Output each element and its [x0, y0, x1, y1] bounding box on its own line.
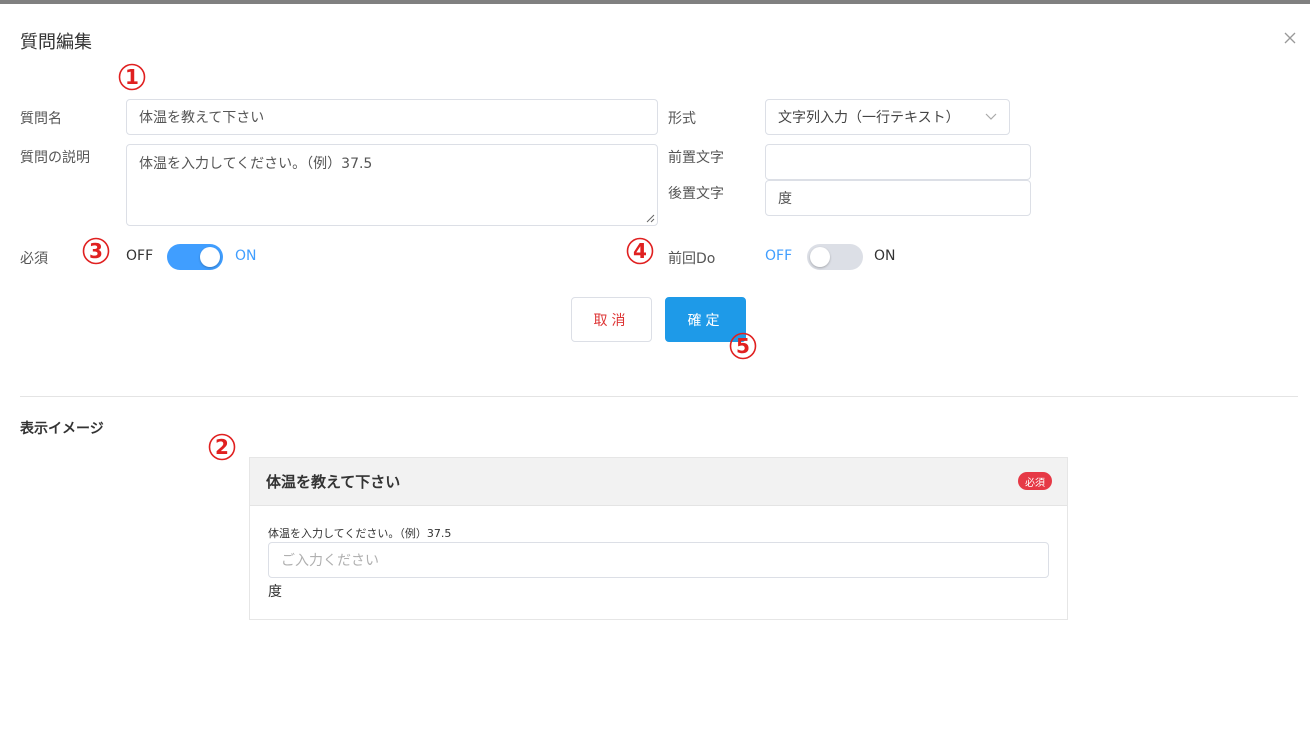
switch-knob — [810, 247, 830, 267]
format-select[interactable]: 文字列入力（一行テキスト） — [765, 99, 1010, 135]
preview-answer-input[interactable]: ご入力ください — [268, 542, 1049, 578]
description-value: 体温を入力してください。（例）37.5 — [139, 156, 373, 172]
prev-do-switch[interactable] — [807, 244, 863, 270]
close-icon[interactable] — [1280, 28, 1300, 48]
preview-description: 体温を入力してください。（例）37.5 — [268, 527, 452, 540]
annotation-marker-3: 3 — [82, 237, 110, 265]
resize-handle-icon[interactable] — [645, 213, 655, 223]
suffix-label: 後置文字 — [668, 186, 724, 202]
switch-knob — [200, 247, 220, 267]
svg-text:5: 5 — [736, 334, 750, 358]
preview-suffix: 度 — [268, 584, 282, 600]
annotation-marker-5: 5 — [729, 332, 757, 360]
preview-question-title: 体温を教えて下さい — [266, 473, 401, 491]
prev-do-on-label: ON — [874, 248, 896, 264]
section-divider — [20, 396, 1298, 397]
annotation-marker-2: 2 — [208, 433, 236, 461]
description-label: 質問の説明 — [20, 150, 90, 166]
annotation-marker-4: 4 — [626, 237, 654, 265]
question-name-input[interactable]: 体温を教えて下さい — [126, 99, 658, 135]
suffix-value: 度 — [778, 191, 792, 207]
suffix-input[interactable]: 度 — [765, 180, 1031, 216]
format-label: 形式 — [668, 111, 696, 127]
preview-section-title: 表示イメージ — [20, 421, 104, 437]
chevron-down-icon — [985, 113, 997, 120]
dialog-title: 質問編集 — [20, 32, 92, 53]
required-badge: 必須 — [1018, 472, 1052, 490]
top-border — [0, 0, 1310, 4]
svg-text:1: 1 — [125, 65, 139, 89]
cancel-button[interactable]: 取消 — [571, 297, 652, 342]
svg-text:2: 2 — [215, 435, 229, 459]
question-name-value: 体温を教えて下さい — [139, 110, 265, 126]
annotation-marker-1: 1 — [118, 63, 146, 91]
prefix-label: 前置文字 — [668, 150, 724, 166]
question-name-label: 質問名 — [20, 111, 62, 127]
required-switch[interactable] — [167, 244, 223, 270]
description-textarea[interactable]: 体温を入力してください。（例）37.5 — [126, 144, 658, 226]
required-off-label: OFF — [126, 248, 154, 264]
svg-text:3: 3 — [89, 239, 103, 263]
prev-do-label: 前回Do — [668, 251, 716, 267]
prev-do-off-label: OFF — [765, 248, 793, 264]
preview-header: 体温を教えて下さい 必須 — [250, 458, 1067, 506]
required-label: 必須 — [20, 251, 48, 267]
preview-input-placeholder: ご入力ください — [281, 553, 379, 569]
svg-text:4: 4 — [633, 239, 647, 263]
prefix-input[interactable] — [765, 144, 1031, 180]
preview-card: 体温を教えて下さい 必須 体温を入力してください。（例）37.5 ご入力ください… — [249, 457, 1068, 620]
required-on-label: ON — [235, 248, 257, 264]
format-value: 文字列入力（一行テキスト） — [778, 110, 960, 126]
